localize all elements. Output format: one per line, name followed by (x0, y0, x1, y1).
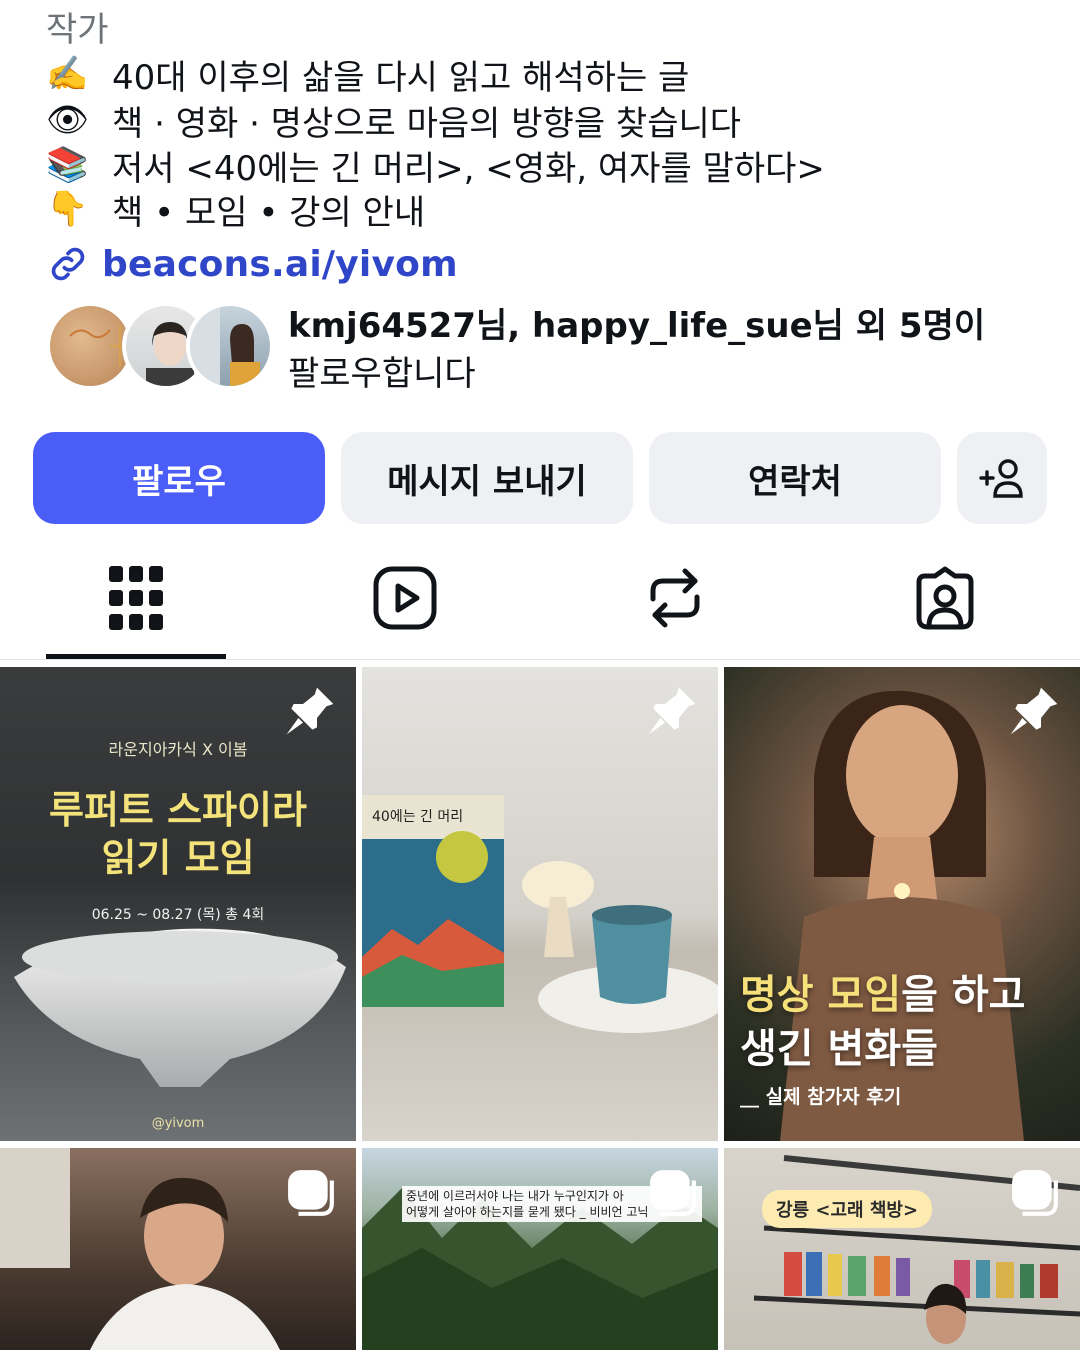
pin-icon (286, 687, 334, 735)
post-title-line: 읽기 모임 (101, 836, 255, 880)
pin-icon (648, 687, 696, 735)
post-label: 강릉 <고래 책방> (762, 1190, 933, 1228)
tab-tagged[interactable] (855, 540, 1035, 656)
post-subcaption: __ 실제 참가자 후기 (740, 1086, 902, 1108)
contact-button[interactable]: 연락처 (649, 432, 941, 524)
bio-line-4: 👇 책 • 모임 • 강의 안내 (46, 187, 425, 233)
profile-category: 작가 (46, 10, 109, 50)
reel-icon (288, 1170, 334, 1216)
caption-text: 생긴 변화들 (740, 1026, 938, 1072)
book-title: 40에는 긴 머리 (372, 809, 463, 825)
bio-text: 저서 <40에는 긴 머리>, <영화, 여자를 말하다> (112, 148, 825, 189)
active-tab-indicator (46, 654, 226, 659)
add-person-button[interactable] (957, 432, 1047, 524)
reels-icon (373, 566, 437, 630)
link-icon (51, 247, 85, 281)
post-title: 루퍼트 스파이라 읽기 모임 (0, 786, 356, 882)
books-icon: 📚 (46, 145, 89, 185)
post-handle: @yivom (151, 1116, 205, 1131)
followed-by-suffix: 팔로우합니다 (288, 354, 476, 394)
eye-icon: 👁 (46, 100, 90, 140)
tagged-person-icon (916, 566, 974, 630)
post-brand: 라운지아카식 X 이봄 (108, 740, 248, 759)
grid-icon (109, 566, 163, 630)
post-tile[interactable]: 40에는 긴 머리 (362, 667, 718, 1141)
repost-icon (650, 568, 700, 628)
caption-line: 중년에 이르러서야 나는 내가 누구인지가 아 (406, 1189, 624, 1203)
post-tile[interactable] (362, 1148, 718, 1350)
profile-link[interactable]: beacons.ai/yivom (46, 242, 458, 286)
post-date: 06.25 ~ 08.27 (목) 총 4회 (91, 907, 265, 923)
link-text[interactable]: beacons.ai/yivom (102, 244, 458, 285)
bio-text: 40대 이후의 삶을 다시 읽고 해석하는 글 (112, 57, 690, 98)
pointing-down-icon: 👇 (46, 189, 89, 229)
profile-tabs (0, 540, 1080, 660)
add-person-icon (979, 459, 1023, 498)
caption-accent: 명상 (740, 972, 814, 1018)
post-title-line: 루퍼트 스파이라 (49, 788, 307, 832)
caption-accent: 모임 (827, 972, 902, 1018)
bio-line-3: 📚 저서 <40에는 긴 머리>, <영화, 여자를 말하다> (46, 143, 825, 189)
message-button[interactable]: 메시지 보내기 (341, 432, 633, 524)
tab-grid[interactable] (46, 540, 226, 656)
writing-hand-icon: ✍️ (46, 54, 89, 94)
bio-line-1: ✍️ 40대 이후의 삶을 다시 읽고 해석하는 글 (46, 52, 689, 98)
tab-reposts[interactable] (585, 540, 765, 656)
post-tile[interactable] (0, 1148, 356, 1350)
avatar[interactable] (186, 302, 274, 390)
post-caption: 명상 모임을 하고 생긴 변화들 (740, 968, 1025, 1076)
caption-line: 어떻게 살아야 하는지를 묻게 됐다 _ 비비언 고닉 (406, 1205, 649, 1219)
tab-reels[interactable] (315, 540, 495, 656)
bio-text: 책 • 모임 • 강의 안내 (112, 192, 426, 233)
follow-button[interactable]: 팔로우 (33, 432, 325, 524)
followed-by[interactable]: kmj64527님, happy_life_sue님 외 5명이 팔로우합니다 (46, 302, 1046, 394)
avatar[interactable] (46, 302, 134, 390)
post-tile[interactable] (724, 1148, 1080, 1350)
post-caption: 중년에 이르러서야 나는 내가 누구인지가 아 어떻게 살아야 하는지를 묻게 … (402, 1186, 702, 1222)
followed-by-text: kmj64527님, happy_life_sue님 외 5명이 팔로우합니다 (288, 302, 1008, 398)
pin-icon (1010, 687, 1058, 735)
caption-text: 을 하고 (901, 972, 1026, 1018)
bio-line-2: 👁 책 · 영화 · 명상으로 마음의 방향을 찾습니다 (46, 98, 741, 144)
reel-icon (1012, 1170, 1058, 1216)
followed-by-names: kmj64527님, happy_life_sue님 외 5명이 (288, 306, 986, 346)
bio-text: 책 · 영화 · 명상으로 마음의 방향을 찾습니다 (112, 103, 742, 144)
